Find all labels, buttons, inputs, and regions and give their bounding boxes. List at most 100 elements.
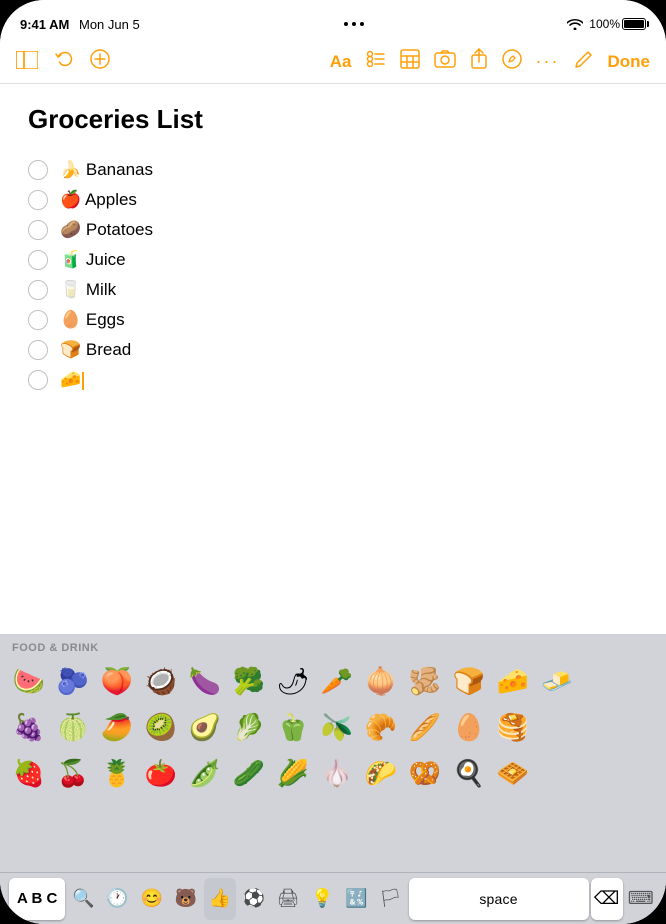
emoji-bellpepper[interactable]: 🫑 (272, 706, 314, 748)
status-time: 9:41 AM Mon Jun 5 (20, 17, 140, 32)
text-cursor (82, 372, 84, 390)
emoji-mango[interactable]: 🥭 (96, 706, 138, 748)
emoji-pepper[interactable]: 🌶 (272, 660, 314, 702)
emoji-peach[interactable]: 🍑 (96, 660, 138, 702)
emoji-corn[interactable]: 🌽 (272, 752, 314, 794)
checkbox[interactable] (28, 190, 48, 210)
emoji-frying-pan[interactable]: 🍳 (448, 752, 490, 794)
table-button[interactable] (400, 49, 420, 75)
emoji-waffle[interactable]: 🧇 (492, 752, 534, 794)
status-right: 100% (567, 17, 646, 31)
list-item[interactable]: 🥚 Eggs (28, 305, 638, 335)
food-drink-button[interactable]: 👍 (204, 878, 236, 920)
emoji-cucumber[interactable]: 🥒 (228, 752, 270, 794)
item-text: 🍞 Bread (60, 340, 131, 360)
emoji-cheese[interactable]: 🧀 (492, 660, 534, 702)
emoji-pretzel[interactable]: 🥨 (404, 752, 446, 794)
emoji-melon[interactable]: 🍈 (52, 706, 94, 748)
checkbox[interactable] (28, 220, 48, 240)
emoji-pancakes[interactable]: 🥞 (492, 706, 534, 748)
list-item[interactable]: 🥛 Milk (28, 275, 638, 305)
activities-button[interactable]: ⚽ (238, 878, 270, 920)
checkbox[interactable] (28, 280, 48, 300)
checkbox[interactable] (28, 340, 48, 360)
checkbox[interactable] (28, 370, 48, 390)
format-button[interactable]: Aa (330, 52, 352, 72)
emoji-broccoli[interactable]: 🥦 (228, 660, 270, 702)
emoji-grid: 🍉 🫐 🍑 🥥 🍆 🥦 🌶 🥕 🧅 🫚 🍞 🧀 🧈 🍇 🍈 🥭 🥝 (0, 658, 666, 796)
note-area: Groceries List 🍌 Bananas 🍎 Apples 🥔 Pota… (0, 84, 666, 634)
abc-button[interactable]: A B C (9, 878, 65, 920)
add-button[interactable] (90, 49, 110, 75)
emoji-pineapple[interactable]: 🍍 (96, 752, 138, 794)
travel-button[interactable]: 🖨 (272, 878, 304, 920)
animals-button[interactable]: 🐻 (170, 878, 202, 920)
list-item[interactable]: 🧃 Juice (28, 245, 638, 275)
flags-button[interactable]: 🏳 (374, 878, 406, 920)
more-button[interactable]: ··· (536, 51, 560, 72)
compose-button[interactable] (574, 49, 594, 75)
emoji-grapes[interactable]: 🍇 (8, 706, 50, 748)
note-content[interactable]: Groceries List 🍌 Bananas 🍎 Apples 🥔 Pota… (0, 84, 666, 634)
emoji-butter[interactable]: 🧈 (536, 660, 578, 702)
note-title: Groceries List (28, 104, 638, 135)
emoji-kiwi[interactable]: 🥝 (140, 706, 182, 748)
emoji-blueberry[interactable]: 🫐 (52, 660, 94, 702)
item-text: 🍌 Bananas (60, 160, 153, 180)
emoji-row: 🍉 🫐 🍑 🥥 🍆 🥦 🌶 🥕 🧅 🫚 🍞 🧀 🧈 (8, 658, 658, 704)
emoji-egg[interactable]: 🥚 (448, 706, 490, 748)
keyboard-bottom-bar: A B C 🔍 🕐 😊 🐻 👍 ⚽ 🖨 💡 🔣 🏳 space ⌫ ⌨ (0, 872, 666, 924)
item-text: 🧀 (60, 370, 84, 390)
emoji-baguette[interactable]: 🥖 (404, 706, 446, 748)
emoji-peas[interactable]: 🫛 (184, 752, 226, 794)
checkbox[interactable] (28, 310, 48, 330)
emoji-section-header: FOOD & DRINK (0, 634, 666, 658)
item-text: 🥚 Eggs (60, 310, 125, 330)
markup-button[interactable] (502, 49, 522, 75)
keyboard-hide-button[interactable]: ⌨ (625, 878, 657, 920)
checkbox[interactable] (28, 160, 48, 180)
emoji-oil[interactable]: 🫚 (404, 660, 446, 702)
done-button[interactable]: Done (608, 52, 651, 72)
emoji-eggplant[interactable]: 🍆 (184, 660, 226, 702)
checkbox[interactable] (28, 250, 48, 270)
list-item[interactable]: 🥔 Potatoes (28, 215, 638, 245)
share-button[interactable] (470, 48, 488, 76)
objects-button[interactable]: 💡 (306, 878, 338, 920)
item-text: 🧃 Juice (60, 250, 126, 270)
checklist-button[interactable] (366, 49, 386, 75)
symbols-button[interactable]: 🔣 (340, 878, 372, 920)
emoji-carrot[interactable]: 🥕 (316, 660, 358, 702)
space-button[interactable]: space (409, 878, 589, 920)
list-item[interactable]: 🍞 Bread (28, 335, 638, 365)
battery-icon (622, 18, 646, 30)
emoji-lettuce[interactable]: 🥬 (228, 706, 270, 748)
list-item[interactable]: 🍌 Bananas (28, 155, 638, 185)
emoji-row: 🍇 🍈 🥭 🥝 🥑 🥬 🫑 🫒 🥐 🥖 🥚 🥞 (8, 704, 658, 750)
emoji-tomato[interactable]: 🍅 (140, 752, 182, 794)
undo-button[interactable] (54, 49, 74, 75)
recently-used-button[interactable]: 🕐 (102, 878, 134, 920)
emoji-watermelon[interactable]: 🍉 (8, 660, 50, 702)
emoji-garlic[interactable]: 🧄 (316, 752, 358, 794)
camera-button[interactable] (434, 50, 456, 74)
smileys-button[interactable]: 😊 (136, 878, 168, 920)
item-text: 🍎 Apples (60, 190, 137, 210)
emoji-strawberry[interactable]: 🍓 (8, 752, 50, 794)
emoji-bread[interactable]: 🍞 (448, 660, 490, 702)
search-emoji-button[interactable]: 🔍 (67, 878, 99, 920)
emoji-croissant[interactable]: 🥐 (360, 706, 402, 748)
list-item[interactable]: 🍎 Apples (28, 185, 638, 215)
wifi-icon (567, 18, 583, 30)
delete-button[interactable]: ⌫ (591, 878, 623, 920)
list-item[interactable]: 🧀 (28, 365, 638, 395)
sidebar-toggle-button[interactable] (16, 49, 38, 75)
emoji-taco[interactable]: 🌮 (360, 752, 402, 794)
status-bar: 9:41 AM Mon Jun 5 100% (0, 0, 666, 40)
item-text: 🥛 Milk (60, 280, 116, 300)
emoji-onion[interactable]: 🧅 (360, 660, 402, 702)
emoji-olive[interactable]: 🫒 (316, 706, 358, 748)
emoji-coconut[interactable]: 🥥 (140, 660, 182, 702)
emoji-cherries[interactable]: 🍒 (52, 752, 94, 794)
emoji-avocado[interactable]: 🥑 (184, 706, 226, 748)
